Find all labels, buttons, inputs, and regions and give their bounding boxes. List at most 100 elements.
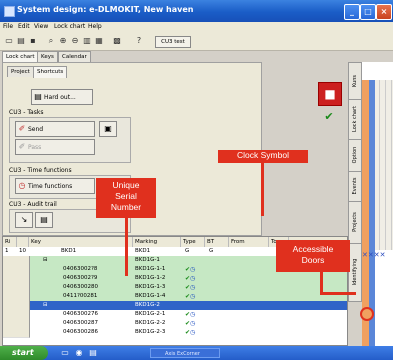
key-serial: 0406300280 xyxy=(63,284,98,290)
clock-icon: ◷ xyxy=(190,266,196,273)
top-tabs: Lock chart Keys Calendar xyxy=(0,51,230,63)
doors-callout-arrow-h xyxy=(320,292,356,295)
menu-file[interactable]: File xyxy=(3,23,13,30)
marking-cell: BKD1G-2-3 xyxy=(135,329,166,335)
send-button[interactable]: ✐ Send xyxy=(15,121,95,137)
col-key[interactable]: Key xyxy=(29,237,133,247)
col-from[interactable]: From xyxy=(229,237,269,247)
col-bt[interactable]: BT xyxy=(205,237,229,247)
side-tab-5[interactable]: Projects xyxy=(349,201,361,244)
menu-edit[interactable]: Edit xyxy=(18,23,30,30)
device-icon: ▣ xyxy=(104,124,112,133)
new-icon[interactable]: ▭ xyxy=(4,36,14,46)
key-serial: 0411?00281 xyxy=(63,293,98,299)
key-serial xyxy=(61,256,131,265)
expand-icon[interactable] xyxy=(41,283,53,292)
table-row[interactable]: 0406300287 BKD1G-2-2 ✔◷ xyxy=(3,319,347,329)
browser-icon[interactable]: ◉ xyxy=(74,348,84,358)
taskbar-item[interactable]: Axis ExCorner xyxy=(150,348,220,358)
serial-callout-line: Number xyxy=(110,202,142,212)
desktop-icon[interactable]: ▭ xyxy=(60,348,70,358)
export-icon[interactable]: ▦ xyxy=(94,36,104,46)
table-row[interactable]: 04063002?9 BKD1G-1-2 ✔◷ xyxy=(3,274,347,284)
col-flag[interactable] xyxy=(17,237,29,247)
hard-out-button[interactable]: ▤ Hard out... xyxy=(31,89,93,105)
check-icon[interactable]: ✔ xyxy=(318,110,340,126)
folder-icon[interactable]: ▤ xyxy=(88,348,98,358)
key-serial: 0406300286 xyxy=(63,329,98,335)
grid-access-row: ✕✕✕✕ xyxy=(362,251,386,259)
expand-icon[interactable]: ⊟ xyxy=(41,256,53,265)
side-tab-1[interactable]: Kuns xyxy=(349,63,361,100)
maximize-button[interactable]: □ xyxy=(360,4,376,20)
expand-icon[interactable] xyxy=(41,310,53,319)
key-serial: 04063002?8 xyxy=(63,266,98,272)
lock-icon[interactable]: ■ xyxy=(318,82,342,106)
zoom-out-icon[interactable]: ⊖ xyxy=(70,36,80,46)
menu-lock-chart[interactable]: Lock chart xyxy=(54,23,85,30)
clock-icon: ◷ xyxy=(190,275,196,282)
col-ri[interactable]: Ri xyxy=(3,237,17,247)
clock-icon: ◷ xyxy=(190,284,196,291)
row-flag: 10 xyxy=(19,248,26,254)
time-functions-button[interactable]: ◷ Time functions xyxy=(15,178,95,194)
side-tab-3[interactable]: Option xyxy=(349,139,361,172)
marking-cell: BKD1G-1-4 xyxy=(135,293,166,299)
table-row[interactable]: 0406300276 BKD1G-2-1 ✔◷ xyxy=(3,310,347,320)
side-tab-2[interactable]: Lock chart xyxy=(349,99,361,140)
expand-icon[interactable] xyxy=(41,328,53,337)
tab-shortcuts[interactable]: Shortcuts xyxy=(33,66,68,78)
cu3-test-button[interactable]: CU3 test xyxy=(155,36,191,48)
minimize-button[interactable]: _ xyxy=(344,4,360,20)
type-cell: ✔◷ xyxy=(183,265,205,274)
menu-help[interactable]: Help xyxy=(88,23,102,30)
table-row[interactable]: ⊟ BKD1G-2 xyxy=(3,301,347,311)
row-header[interactable] xyxy=(3,328,30,338)
transmit-button[interactable]: ▣ xyxy=(99,121,117,137)
menu-bar: File Edit View Lock chart Help xyxy=(0,22,393,33)
start-button[interactable]: start xyxy=(0,346,48,360)
table-row[interactable]: 0406300286 BKD1G-2-3 ✔◷ xyxy=(3,328,347,338)
expand-icon[interactable] xyxy=(41,319,53,328)
audit-read-button[interactable]: ↘ xyxy=(15,212,33,228)
menu-view[interactable]: View xyxy=(34,23,48,30)
doors-callout-line: Doors xyxy=(301,255,325,265)
col-marking[interactable]: Marking xyxy=(133,237,181,247)
grid-icon[interactable]: ▩ xyxy=(112,36,122,46)
save-icon[interactable]: ▪ xyxy=(28,36,38,46)
find-icon[interactable]: ⌕ xyxy=(46,36,56,46)
pass-button[interactable]: ✐ Pass xyxy=(15,139,95,155)
marking-cell: BKD1G-1 xyxy=(135,257,160,263)
tab-project[interactable]: Project xyxy=(7,66,34,77)
row-marking: BKD1 xyxy=(135,248,151,254)
marking-cell: BKD1G-1-1 xyxy=(135,266,166,272)
expand-icon[interactable] xyxy=(41,265,53,274)
marking-cell: BKD1G-2-2 xyxy=(135,320,166,326)
close-button[interactable]: × xyxy=(376,4,392,20)
hard-out-icon: ▤ xyxy=(34,92,42,101)
hard-out-label: Hard out... xyxy=(44,94,76,101)
tab-calendar[interactable]: Calendar xyxy=(58,51,91,62)
audit-group-label: CU3 - Audit trail xyxy=(9,201,57,208)
zoom-in-icon[interactable]: ⊕ xyxy=(58,36,68,46)
type-cell: ✔◷ xyxy=(183,274,205,283)
audit-view-button[interactable]: ▤ xyxy=(35,212,53,228)
pass-icon: ✐ xyxy=(18,142,26,151)
report-icon[interactable]: ▥ xyxy=(82,36,92,46)
tab-keys[interactable]: Keys xyxy=(37,51,58,62)
serial-callout-line: Unique xyxy=(112,180,140,190)
print-icon[interactable]: ▤ xyxy=(16,36,26,46)
table-row[interactable]: 0406300280 BKD1G-1-3 ✔◷ xyxy=(3,283,347,293)
type-cell: ✔◷ xyxy=(183,292,205,301)
expand-icon[interactable] xyxy=(41,274,53,283)
expand-icon[interactable]: ⊟ xyxy=(41,301,53,310)
side-tab-4[interactable]: Events xyxy=(349,171,361,202)
serial-callout-line: Serial xyxy=(115,191,137,201)
lock-grid[interactable]: ✕✕✕✕ xyxy=(362,62,393,346)
send-icon: ✐ xyxy=(18,124,26,133)
type-cell: ✔◷ xyxy=(183,328,205,337)
help-icon[interactable]: ? xyxy=(134,36,144,46)
table-row[interactable]: 0411?00281 BKD1G-1-4 ✔◷ xyxy=(3,292,347,302)
expand-icon[interactable] xyxy=(41,292,53,301)
col-type[interactable]: Type xyxy=(181,237,205,247)
